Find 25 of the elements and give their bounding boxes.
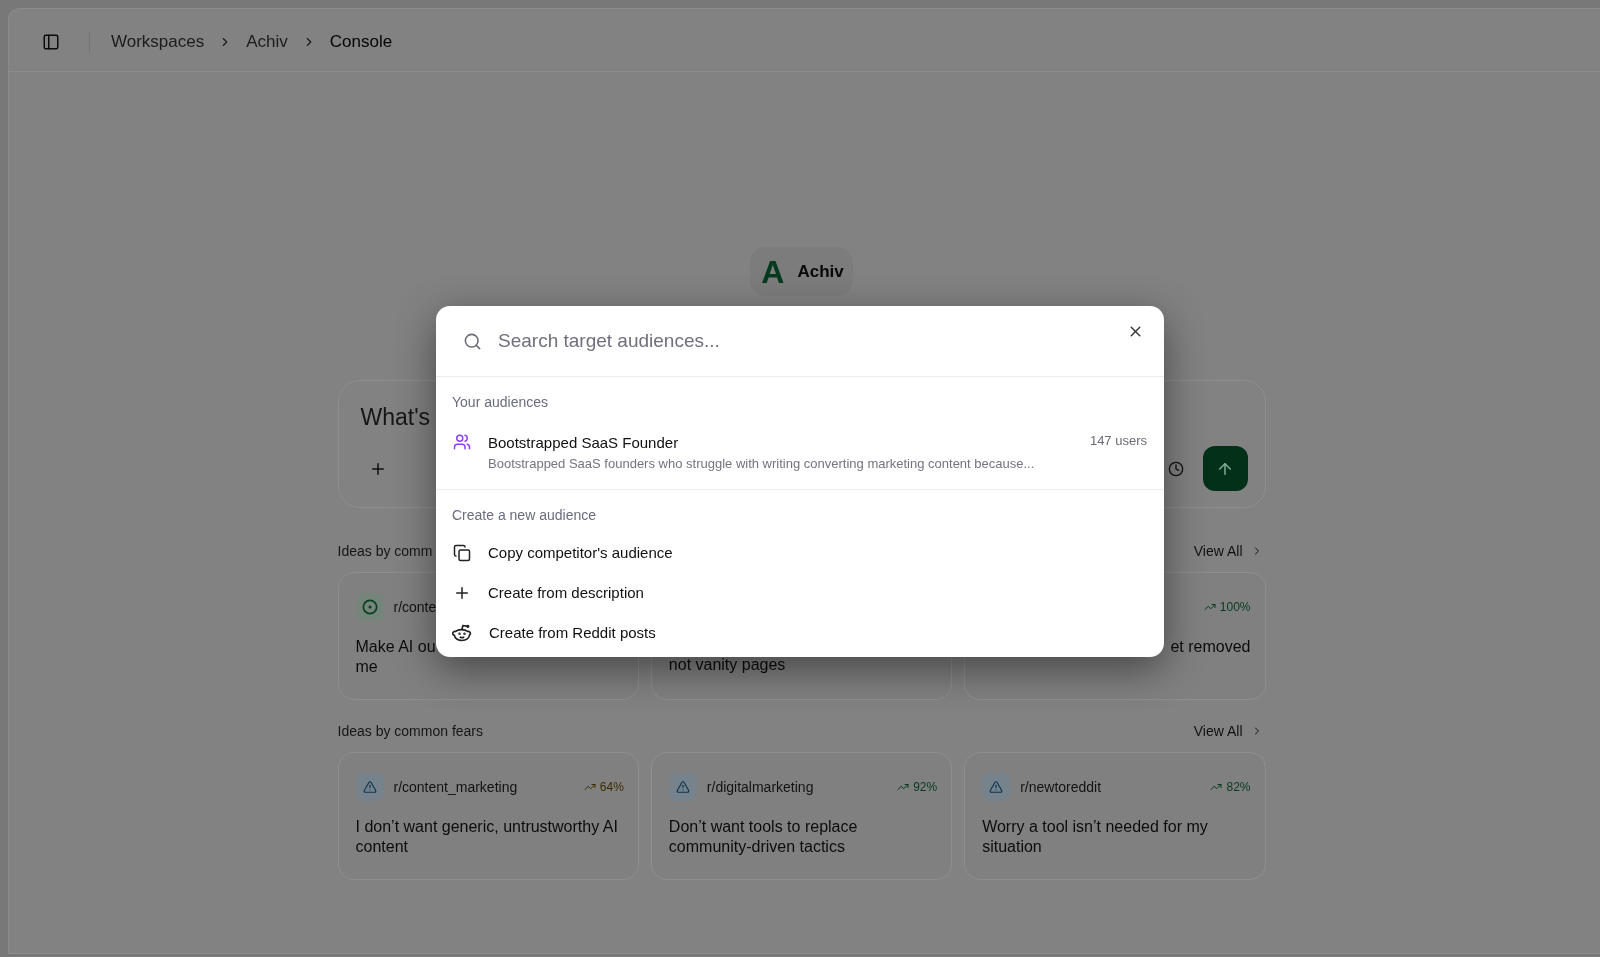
breadcrumb-item: Console (329, 31, 393, 54)
group-heading: Your audiences (452, 393, 549, 412)
subreddit-name: r/content_marketing (393, 777, 518, 797)
idea-text: et removed (1170, 637, 1251, 657)
section-title: Ideas by comm (337, 543, 433, 559)
idea-text: Make AI ou (355, 637, 436, 657)
subreddit-name: r/newtoreddit (1020, 777, 1102, 797)
idea-text: me (355, 657, 378, 677)
subreddit-name: r/conte (393, 597, 437, 617)
trend-value: 64% (599, 779, 624, 796)
section-title: Ideas by common fears (337, 723, 483, 739)
logo-mark: A (761, 255, 785, 288)
audience-description: Bootstrapped SaaS founders who struggle with writing converting marketing content because... (488, 455, 1036, 473)
user-count: 147 users (1089, 433, 1147, 449)
idea-text: I don’t want generic, untrustworthy AI content (355, 817, 619, 857)
idea-text: not vanity pages (668, 655, 786, 675)
trend-value: 100% (1219, 599, 1251, 616)
trend-value: 82% (1226, 779, 1251, 796)
trend-value: 92% (913, 779, 938, 796)
group-heading: Create a new audience (452, 506, 597, 525)
subreddit-name: r/digitalmarketing (706, 777, 814, 797)
brand-name: Achiv (797, 260, 844, 283)
idea-text: Worry a tool isn’t needed for my situation (982, 817, 1209, 857)
idea-text: Don’t want tools to replace community-driven tactics (668, 817, 859, 857)
audience-name: Bootstrapped SaaS Founder (488, 433, 680, 453)
